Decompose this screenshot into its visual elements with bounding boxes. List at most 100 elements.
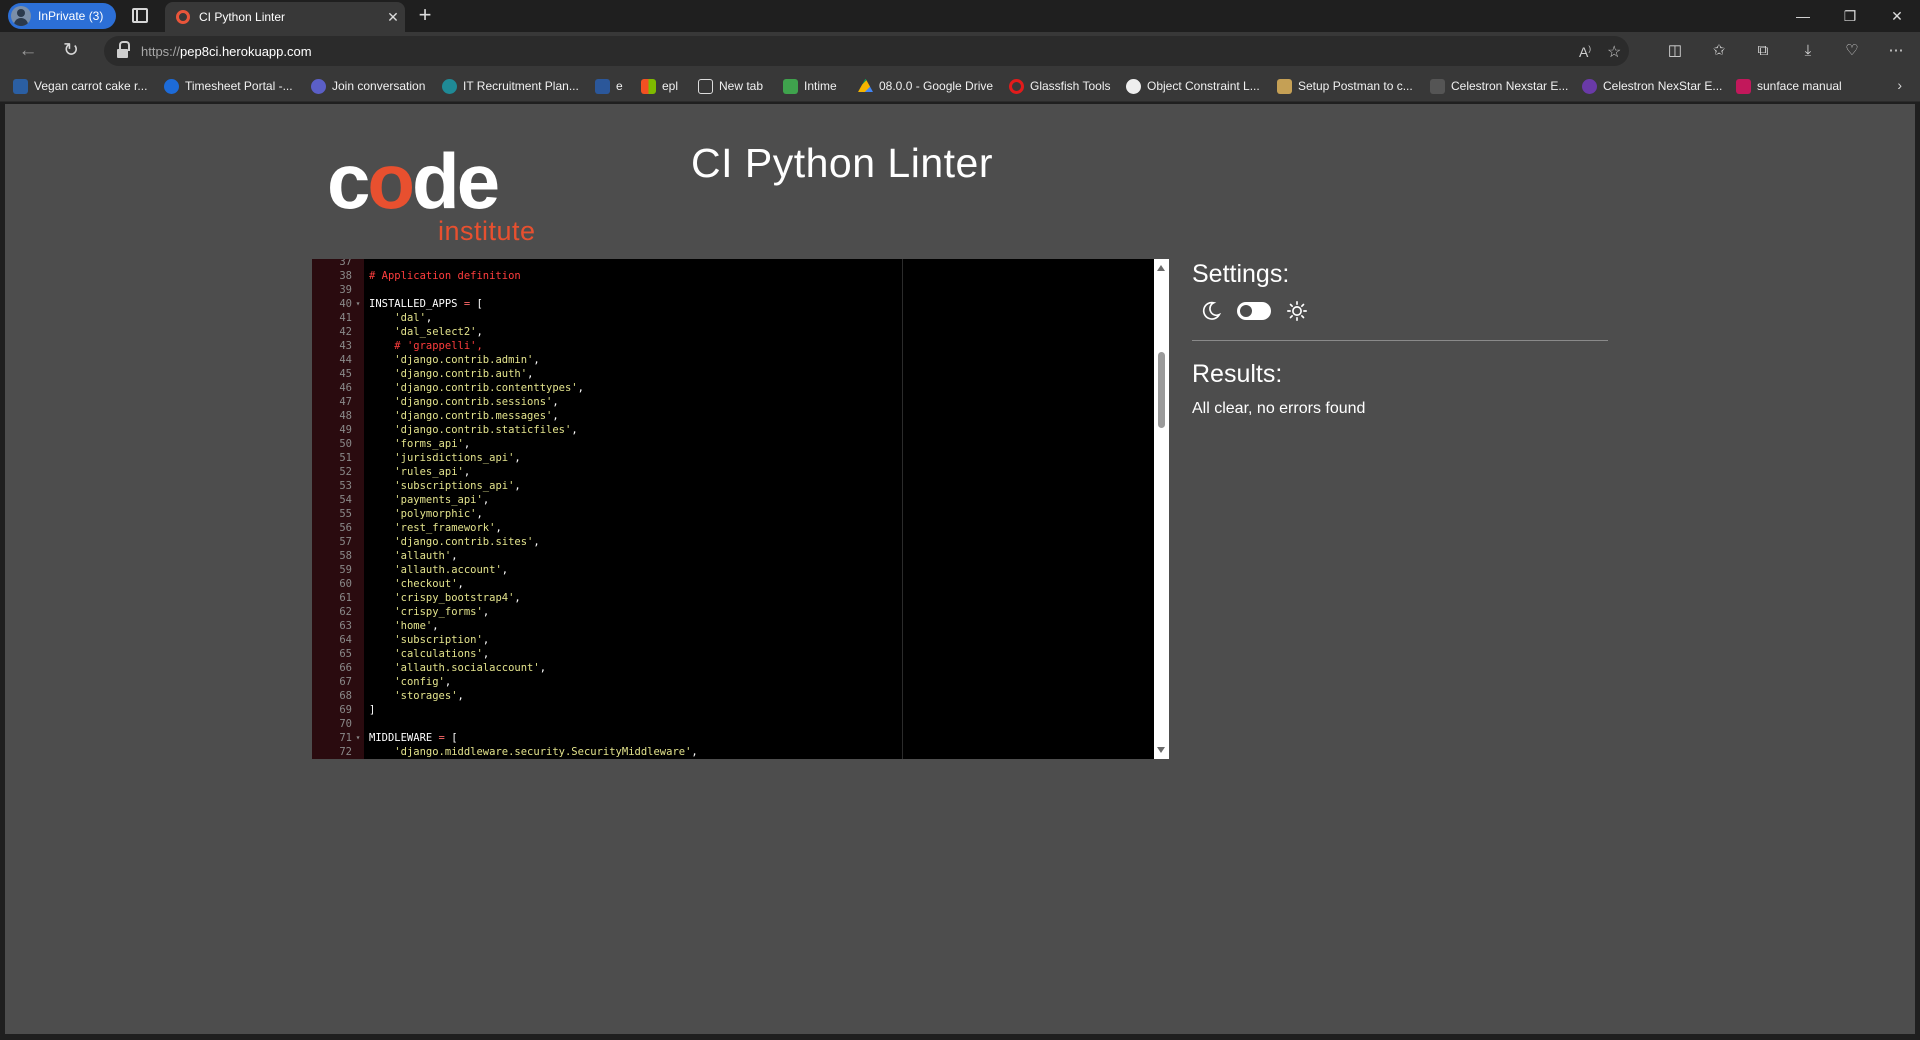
tab-close-icon[interactable]: ✕ [381, 9, 405, 26]
code-line[interactable]: 62 'crispy_forms', [312, 605, 1154, 619]
code-line[interactable]: 51 'jurisdictions_api', [312, 451, 1154, 465]
line-number: 62 [339, 606, 352, 618]
code-line[interactable]: 48 'django.contrib.messages', [312, 409, 1154, 423]
favorite-label: Celestron Nexstar E... [1451, 79, 1569, 93]
favorite-item[interactable]: Vegan carrot cake r... [13, 77, 147, 95]
code-line[interactable]: 47 'django.contrib.sessions', [312, 395, 1154, 409]
editor-lines[interactable]: 37 38 # Application definition 39 40 ▾ INSTALL… [312, 259, 1154, 759]
code-line[interactable]: 61 'crispy_bootstrap4', [312, 591, 1154, 605]
new-tab-button[interactable]: + [412, 3, 438, 29]
scrollbar-thumb[interactable] [1158, 352, 1165, 428]
address-bar[interactable]: https://pep8ci.herokuapp.com A) ☆ [104, 36, 1629, 66]
favorite-item[interactable]: Celestron Nexstar E... [1430, 77, 1568, 95]
split-screen-icon[interactable]: ◫ [1664, 41, 1686, 61]
code-line[interactable]: 40 ▾ INSTALLED_APPS = [ [312, 297, 1154, 311]
code-line[interactable]: 56 'rest_framework', [312, 521, 1154, 535]
tab-ci-python-linter[interactable]: CI Python Linter ✕ [165, 2, 405, 32]
scroll-up-arrow-icon[interactable] [1157, 265, 1165, 271]
tab-actions-icon[interactable] [132, 8, 148, 23]
code-line[interactable]: 65 'calculations', [312, 647, 1154, 661]
code-line[interactable]: 49 'django.contrib.staticfiles', [312, 423, 1154, 437]
lock-icon[interactable] [117, 41, 130, 58]
code-line[interactable]: 42 'dal_select2', [312, 325, 1154, 339]
code-line[interactable]: 63 'home', [312, 619, 1154, 633]
code-line[interactable]: 55 'polymorphic', [312, 507, 1154, 521]
code-line[interactable]: 45 'django.contrib.auth', [312, 367, 1154, 381]
favorite-item[interactable]: IT Recruitment Plan... [442, 77, 579, 95]
line-number: 47 [339, 396, 352, 408]
code-line[interactable]: 64 'subscription', [312, 633, 1154, 647]
chevron-right-icon[interactable]: › [1897, 77, 1902, 93]
favorite-item[interactable]: Setup Postman to c... [1277, 77, 1413, 95]
code-line[interactable]: 50 'forms_api', [312, 437, 1154, 451]
code-line[interactable]: 58 'allauth', [312, 549, 1154, 563]
code-line[interactable]: 57 'django.contrib.sites', [312, 535, 1154, 549]
code-line[interactable]: 69] [312, 703, 1154, 717]
favorite-item[interactable]: sunface manual [1736, 77, 1842, 95]
scroll-down-arrow-icon[interactable] [1157, 747, 1165, 753]
favorite-item[interactable]: Timesheet Portal -... [164, 77, 293, 95]
restore-button[interactable]: ❐ [1827, 0, 1873, 32]
line-number: 64 [339, 634, 352, 646]
favorite-star-icon[interactable]: ☆ [1607, 42, 1621, 62]
url-text[interactable]: https://pep8ci.herokuapp.com [141, 44, 312, 59]
code-line[interactable]: 41 'dal', [312, 311, 1154, 325]
favorite-item[interactable]: New tab [698, 77, 763, 95]
settings-more-icon[interactable]: ⋯ [1885, 41, 1907, 61]
minimize-button[interactable]: — [1780, 0, 1826, 32]
line-number: 43 [339, 340, 352, 352]
theme-toggle[interactable] [1237, 302, 1271, 320]
downloads-icon[interactable]: ⤓ [1797, 41, 1819, 61]
code-line[interactable]: 43 # 'grappelli', [312, 339, 1154, 353]
favorite-item[interactable]: Intime [783, 77, 837, 95]
read-aloud-icon[interactable]: A) [1579, 44, 1591, 60]
code-line[interactable]: 71 ▾ MIDDLEWARE = [ [312, 731, 1154, 745]
code-institute-logo[interactable]: code institute [327, 140, 557, 250]
code-line[interactable]: 54 'payments_api', [312, 493, 1154, 507]
favorite-item[interactable]: Celestron NexStar E... [1582, 77, 1722, 95]
fold-gutter [354, 465, 362, 479]
favorite-item[interactable]: 08.0.0 - Google Drive [858, 77, 993, 95]
fold-gutter [354, 745, 362, 759]
line-number: 65 [339, 648, 352, 660]
code-line[interactable]: 72 'django.middleware.security.SecurityM… [312, 745, 1154, 759]
favorite-item[interactable]: epl [641, 77, 678, 95]
code-line[interactable]: 38 # Application definition [312, 269, 1154, 283]
favorite-item[interactable]: Join conversation [311, 77, 425, 95]
fold-arrow-icon[interactable]: ▾ [354, 731, 362, 745]
moon-icon [1202, 301, 1222, 320]
code-line[interactable]: 60 'checkout', [312, 577, 1154, 591]
close-window-button[interactable]: ✕ [1874, 0, 1920, 32]
code-line[interactable]: 39 [312, 283, 1154, 297]
fold-gutter [354, 605, 362, 619]
code-line[interactable]: 59 'allauth.account', [312, 563, 1154, 577]
code-line[interactable]: 66 'allauth.socialaccount', [312, 661, 1154, 675]
favorite-item[interactable]: e [595, 77, 623, 95]
code-line[interactable]: 67 'config', [312, 675, 1154, 689]
code-line[interactable]: 52 'rules_api', [312, 465, 1154, 479]
code-line[interactable]: 53 'subscriptions_api', [312, 479, 1154, 493]
code-line[interactable]: 68 'storages', [312, 689, 1154, 703]
inprivate-profile-button[interactable]: InPrivate (3) [8, 3, 116, 29]
editor-scrollbar[interactable] [1154, 259, 1169, 759]
code-editor[interactable]: 37 38 # Application definition 39 40 ▾ INSTALL… [312, 259, 1154, 759]
code-line[interactable]: 44 'django.contrib.admin', [312, 353, 1154, 367]
collections-icon[interactable]: ⧉ [1752, 41, 1774, 61]
settings-divider [1192, 340, 1608, 341]
back-arrow-icon[interactable]: ← [14, 38, 42, 64]
favorite-item[interactable]: Object Constraint L... [1126, 77, 1260, 95]
favorite-label: Glassfish Tools [1030, 79, 1111, 93]
favorites-icon[interactable]: ✩ [1708, 41, 1730, 61]
code-line[interactable]: 46 'django.contrib.contenttypes', [312, 381, 1154, 395]
code-line[interactable]: 70 [312, 717, 1154, 731]
favorite-item[interactable]: Glassfish Tools [1009, 77, 1110, 95]
refresh-icon[interactable]: ↻ [57, 38, 85, 64]
code-line[interactable]: 37 [312, 259, 1154, 269]
code-text: ] [369, 704, 376, 716]
browser-toolbar: ← ↻ https://pep8ci.herokuapp.com A) ☆ ◫ … [0, 32, 1920, 70]
line-number: 61 [339, 592, 352, 604]
line-number: 48 [339, 410, 352, 422]
fold-arrow-icon[interactable]: ▾ [354, 297, 362, 311]
browser-essentials-icon[interactable]: ♡ [1841, 41, 1863, 61]
results-message: All clear, no errors found [1192, 400, 1366, 417]
